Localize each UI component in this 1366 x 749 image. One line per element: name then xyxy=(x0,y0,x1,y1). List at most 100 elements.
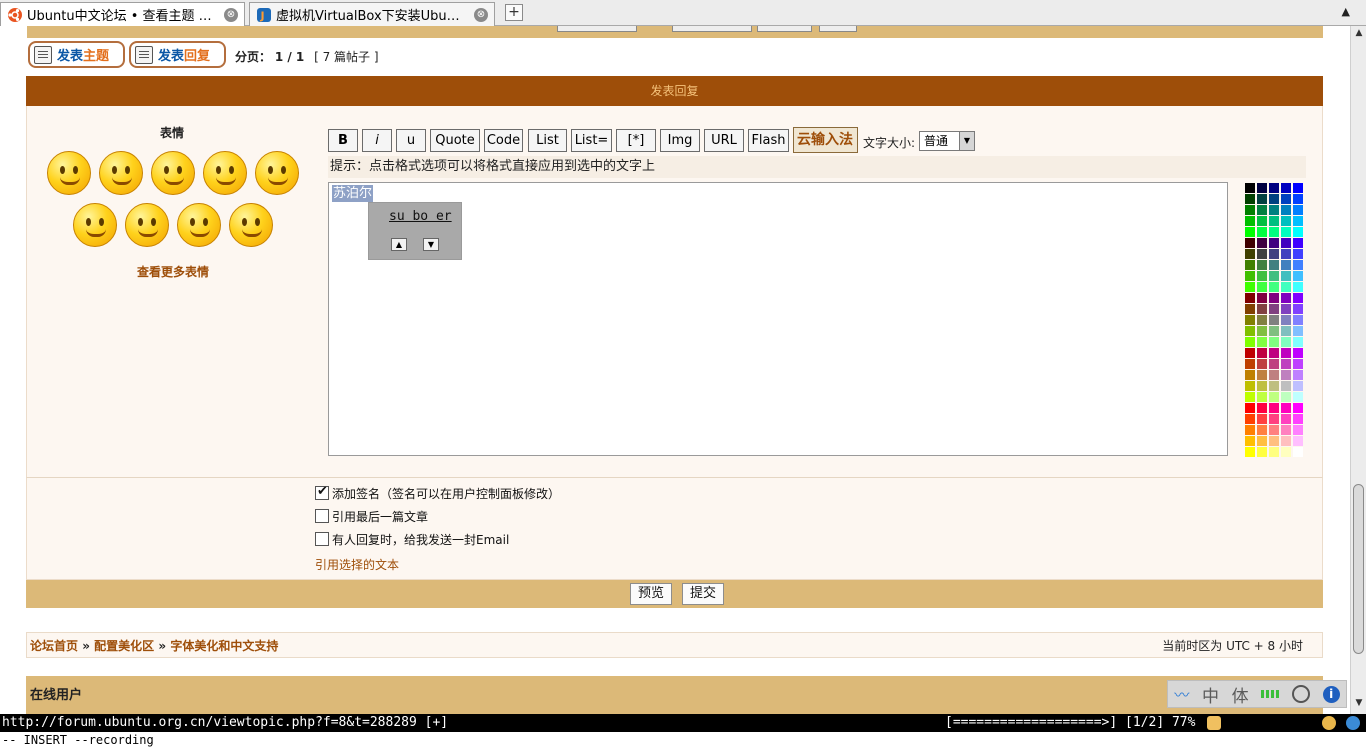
color-swatch[interactable] xyxy=(1257,304,1267,314)
color-swatch[interactable] xyxy=(1245,414,1255,424)
color-swatch[interactable] xyxy=(1281,249,1291,259)
color-swatch[interactable] xyxy=(1257,414,1267,424)
quote-selected-link[interactable]: 引用选择的文本 xyxy=(315,556,399,573)
color-swatch[interactable] xyxy=(1245,315,1255,325)
color-swatch[interactable] xyxy=(1281,282,1291,292)
url-button[interactable]: URL xyxy=(704,129,744,152)
color-swatch[interactable] xyxy=(1281,447,1291,457)
color-swatch[interactable] xyxy=(1257,293,1267,303)
color-swatch[interactable] xyxy=(1281,205,1291,215)
color-swatch[interactable] xyxy=(1281,381,1291,391)
smiley-icon[interactable] xyxy=(255,151,299,195)
color-swatch[interactable] xyxy=(1257,216,1267,226)
color-swatch[interactable] xyxy=(1281,271,1291,281)
color-swatch[interactable] xyxy=(1269,271,1279,281)
color-swatch[interactable] xyxy=(1281,227,1291,237)
list-ordered-button[interactable]: List= xyxy=(571,129,612,152)
italic-button[interactable]: i xyxy=(362,129,392,152)
gear-icon[interactable] xyxy=(1291,685,1310,703)
scroll-down-icon[interactable]: ▼ xyxy=(1353,698,1365,710)
color-swatch[interactable] xyxy=(1293,436,1303,446)
color-swatch[interactable] xyxy=(1269,326,1279,336)
color-swatch[interactable] xyxy=(1269,414,1279,424)
smiley-icon[interactable] xyxy=(47,151,91,195)
color-swatch[interactable] xyxy=(1293,227,1303,237)
color-swatch[interactable] xyxy=(1269,370,1279,380)
color-swatch[interactable] xyxy=(1257,249,1267,259)
color-swatch[interactable] xyxy=(1245,238,1255,248)
close-tab-icon[interactable]: ⊗ xyxy=(224,7,238,22)
color-swatch[interactable] xyxy=(1281,425,1291,435)
color-swatch[interactable] xyxy=(1269,392,1279,402)
color-swatch[interactable] xyxy=(1293,183,1303,193)
color-swatch[interactable] xyxy=(1269,337,1279,347)
smiley-icon[interactable] xyxy=(229,203,273,247)
addon-status-icon[interactable] xyxy=(1346,716,1360,730)
color-swatch[interactable] xyxy=(1245,260,1255,270)
message-textarea[interactable]: 苏泊尔 xyxy=(328,182,1228,456)
ime-page-up-icon[interactable]: ▲ xyxy=(391,238,407,251)
color-swatch[interactable] xyxy=(1281,359,1291,369)
color-swatch[interactable] xyxy=(1281,337,1291,347)
breadcrumb-section[interactable]: 配置美化区 xyxy=(94,639,154,653)
ime-chinese-mode[interactable]: 中 xyxy=(1202,682,1219,707)
smiley-icon[interactable] xyxy=(125,203,169,247)
color-swatch[interactable] xyxy=(1245,348,1255,358)
color-swatch[interactable] xyxy=(1293,293,1303,303)
tab-virtualbox[interactable]: J 虚拟机VirtualBox下安装Ubu… ⊗ xyxy=(249,2,495,26)
color-swatch[interactable] xyxy=(1257,227,1267,237)
smiley-icon[interactable] xyxy=(177,203,221,247)
breadcrumb-home[interactable]: 论坛首页 xyxy=(30,639,78,653)
color-swatch[interactable] xyxy=(1245,392,1255,402)
color-swatch[interactable] xyxy=(1281,414,1291,424)
color-swatch[interactable] xyxy=(1245,447,1255,457)
color-swatch[interactable] xyxy=(1245,293,1255,303)
ime-candidate[interactable]: su bo er xyxy=(389,209,452,224)
color-swatch[interactable] xyxy=(1293,194,1303,204)
color-swatch[interactable] xyxy=(1293,359,1303,369)
command-line[interactable]: -- INSERT --recording xyxy=(0,732,1366,749)
color-swatch[interactable] xyxy=(1245,326,1255,336)
post-reply-button[interactable]: 发表 回复 xyxy=(129,41,226,68)
color-swatch[interactable] xyxy=(1245,271,1255,281)
color-swatch[interactable] xyxy=(1269,403,1279,413)
bold-button[interactable]: B xyxy=(328,129,358,152)
color-swatch[interactable] xyxy=(1293,348,1303,358)
color-swatch[interactable] xyxy=(1257,315,1267,325)
color-swatch[interactable] xyxy=(1293,238,1303,248)
color-swatch[interactable] xyxy=(1245,304,1255,314)
color-swatch[interactable] xyxy=(1245,227,1255,237)
color-swatch[interactable] xyxy=(1281,403,1291,413)
color-swatch[interactable] xyxy=(1293,392,1303,402)
quote-button[interactable]: Quote xyxy=(430,129,480,152)
color-swatch[interactable] xyxy=(1245,359,1255,369)
color-swatch[interactable] xyxy=(1281,392,1291,402)
list-button[interactable]: List xyxy=(528,129,567,152)
color-swatch[interactable] xyxy=(1245,205,1255,215)
color-swatch[interactable] xyxy=(1281,216,1291,226)
color-swatch[interactable] xyxy=(1293,304,1303,314)
color-swatch[interactable] xyxy=(1269,282,1279,292)
tab-scroll-arrow-icon[interactable]: ▲ xyxy=(1342,5,1350,18)
underline-button[interactable]: u xyxy=(396,129,426,152)
cloud-ime-icon[interactable]: 〰 xyxy=(1174,684,1189,705)
color-swatch[interactable] xyxy=(1257,337,1267,347)
color-swatch[interactable] xyxy=(1293,381,1303,391)
color-swatch[interactable] xyxy=(1269,348,1279,358)
color-swatch[interactable] xyxy=(1257,425,1267,435)
ime-width-mode[interactable]: 体 xyxy=(1232,682,1249,707)
color-swatch[interactable] xyxy=(1293,447,1303,457)
submit-button[interactable]: 提交 xyxy=(682,583,724,605)
color-swatch[interactable] xyxy=(1269,359,1279,369)
page-scrollbar[interactable]: ▲ ▼ xyxy=(1350,26,1366,714)
color-swatch[interactable] xyxy=(1257,436,1267,446)
color-swatch[interactable] xyxy=(1269,436,1279,446)
color-swatch[interactable] xyxy=(1257,370,1267,380)
color-swatch[interactable] xyxy=(1257,392,1267,402)
color-swatch[interactable] xyxy=(1269,425,1279,435)
img-button[interactable]: Img xyxy=(660,129,700,152)
color-swatch[interactable] xyxy=(1269,304,1279,314)
color-swatch[interactable] xyxy=(1269,260,1279,270)
smiley-icon[interactable] xyxy=(151,151,195,195)
color-swatch[interactable] xyxy=(1257,194,1267,204)
